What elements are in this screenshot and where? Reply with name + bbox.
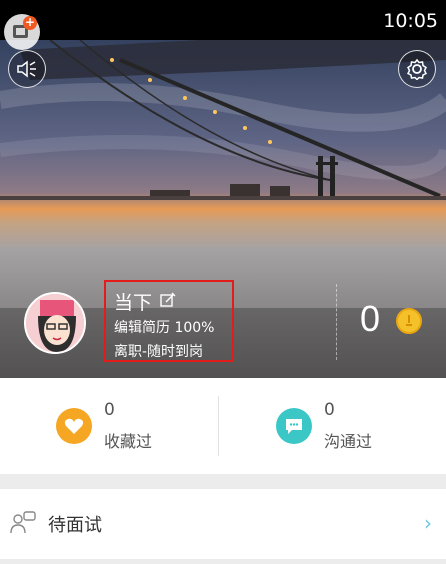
stat-favorites[interactable]: 0 收藏过 [0, 378, 218, 474]
coin-count[interactable]: 0 [360, 298, 380, 340]
stat-label: 沟通过 [324, 432, 373, 451]
stats-panel: 0 收藏过 0 沟通过 [0, 378, 446, 474]
menu-item-label: 待面试 [48, 515, 102, 536]
user-name: 当下 [114, 292, 153, 314]
floating-app-icon[interactable]: + [4, 14, 40, 50]
divider [336, 284, 337, 360]
coin-icon[interactable] [396, 308, 422, 334]
stat-contacted[interactable]: 0 沟通过 [219, 378, 446, 474]
resume-completion[interactable]: 编辑简历 100% [114, 317, 214, 337]
interview-icon [10, 511, 36, 539]
menu-item-interview[interactable]: 待面试 › [0, 489, 446, 559]
profile-info-box[interactable]: 当下 编辑简历 100% 离职-随时到岗 [104, 280, 234, 362]
job-status[interactable]: 离职-随时到岗 [114, 341, 203, 361]
avatar[interactable] [24, 292, 86, 354]
stat-label: 收藏过 [104, 432, 153, 451]
chat-icon [276, 408, 312, 444]
heart-icon [56, 408, 92, 444]
speaker-icon[interactable] [8, 50, 46, 88]
chevron-right-icon: › [424, 511, 432, 535]
gear-icon[interactable] [398, 50, 436, 88]
status-bar: 10:05 [0, 0, 446, 40]
edit-icon[interactable] [160, 292, 176, 312]
status-time: 10:05 [383, 10, 438, 32]
stat-count: 0 [324, 400, 335, 420]
stat-count: 0 [104, 400, 115, 420]
